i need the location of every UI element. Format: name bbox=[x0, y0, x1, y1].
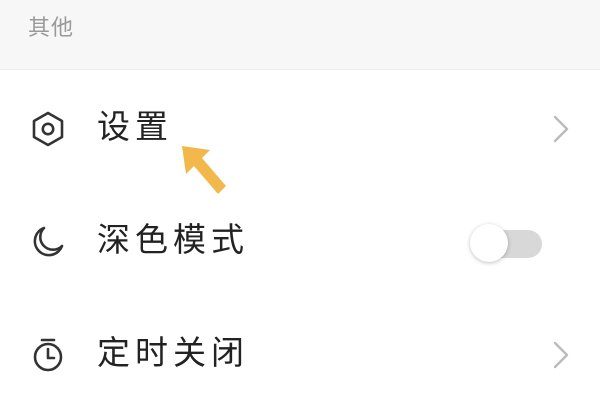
menu-item-label: 定时关闭 bbox=[97, 333, 249, 372]
menu-item-dark-mode: 深色模式 bbox=[0, 193, 600, 289]
settings-hexagon-icon bbox=[30, 111, 66, 147]
menu-item-settings[interactable]: 设置 bbox=[0, 80, 600, 176]
chevron-right-icon bbox=[550, 340, 572, 370]
menu-item-label: 设置 bbox=[97, 107, 173, 146]
toggle-knob bbox=[470, 224, 508, 262]
menu-item-label: 深色模式 bbox=[97, 220, 249, 259]
timer-icon bbox=[30, 337, 66, 373]
pointer-arrow-icon bbox=[176, 140, 232, 198]
menu-item-timer-off[interactable]: 定时关闭 bbox=[0, 306, 600, 402]
section-title: 其他 bbox=[28, 16, 75, 41]
moon-icon bbox=[30, 224, 66, 260]
chevron-right-icon bbox=[550, 114, 572, 144]
dark-mode-toggle[interactable] bbox=[470, 224, 544, 262]
section-header: 其他 bbox=[0, 0, 600, 70]
